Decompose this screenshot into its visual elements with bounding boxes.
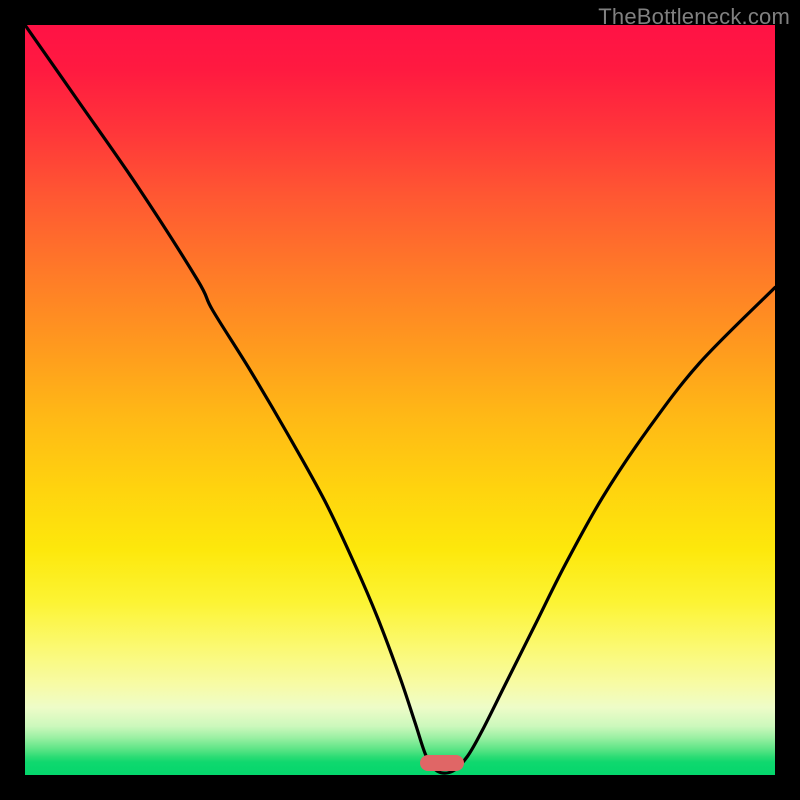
watermark-text: TheBottleneck.com: [598, 4, 790, 30]
chart-frame: TheBottleneck.com: [0, 0, 800, 800]
optimal-marker: [420, 755, 464, 772]
bottleneck-curve: [25, 25, 775, 775]
plot-area: [25, 25, 775, 775]
